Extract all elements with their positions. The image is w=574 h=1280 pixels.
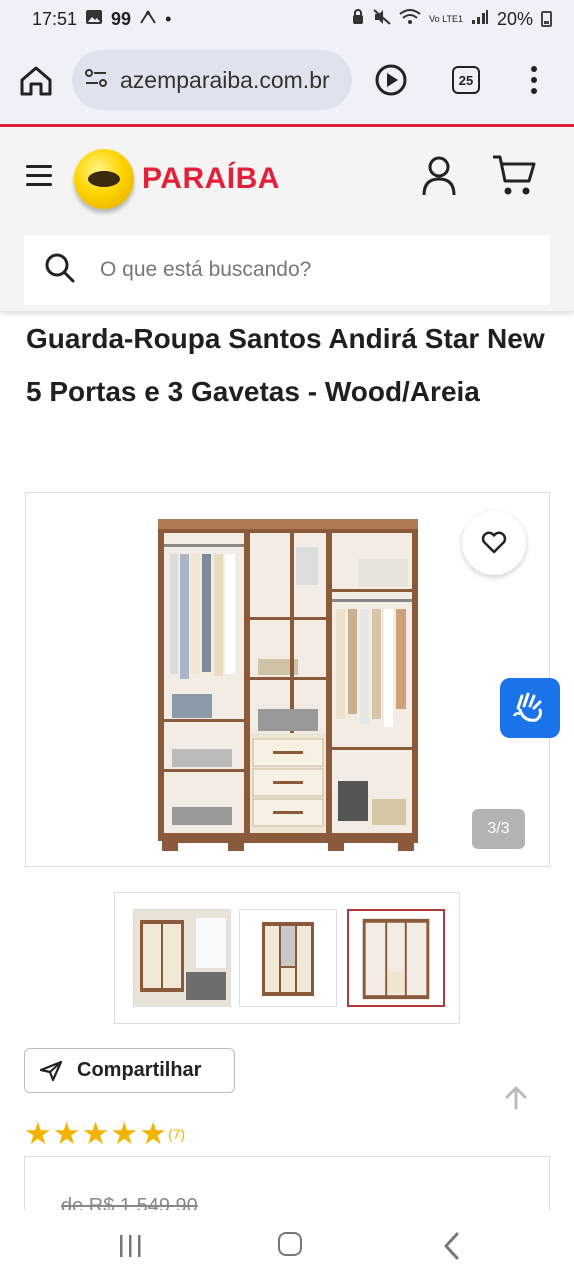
gallery-icon xyxy=(85,9,103,30)
more-options-icon[interactable] xyxy=(528,64,540,101)
scroll-to-top-icon[interactable] xyxy=(502,1084,530,1117)
thumbnail-image xyxy=(134,910,230,1006)
play-icon[interactable] xyxy=(374,63,408,102)
mute-icon xyxy=(373,8,391,30)
product-rating[interactable]: ★ ★ ★ ★ ★ (7) xyxy=(24,1118,185,1149)
thumbnail-3[interactable] xyxy=(347,909,445,1007)
favorite-button[interactable] xyxy=(462,511,526,575)
thumbnail-image xyxy=(240,910,336,1006)
logo-text: PARAÍBA xyxy=(142,162,280,195)
star-icon: ★ xyxy=(110,1116,139,1151)
recent-apps-icon[interactable] xyxy=(118,1234,144,1263)
account-icon[interactable] xyxy=(421,155,457,202)
share-label: Compartilhar xyxy=(77,1059,202,1081)
notification-count: 99 xyxy=(111,8,132,29)
notification-icon xyxy=(139,9,157,30)
battery-icon xyxy=(541,11,552,27)
send-icon xyxy=(39,1060,63,1081)
accessibility-button[interactable] xyxy=(500,678,560,738)
cart-icon[interactable] xyxy=(491,153,537,202)
menu-icon[interactable] xyxy=(26,165,52,187)
product-image-frame[interactable]: 3/3 xyxy=(25,492,550,867)
thumbnail-image xyxy=(349,911,443,1005)
star-icon: ★ xyxy=(81,1116,110,1151)
network-label: Vo LTE1 xyxy=(429,13,463,24)
site-logo[interactable]: PARAÍBA xyxy=(74,149,280,209)
url-text: azemparaiba.com.br xyxy=(120,66,330,93)
image-counter: 3/3 xyxy=(472,809,525,849)
thumbnail-strip xyxy=(114,892,460,1024)
site-header: PARAÍBA xyxy=(0,127,574,227)
search-bar-container xyxy=(0,227,574,311)
thumbnail-2[interactable] xyxy=(239,909,337,1007)
status-bar: 17:51 99 • Vo LTE1 20% xyxy=(0,0,574,38)
star-icon: ★ xyxy=(52,1116,81,1151)
tabs-count-button[interactable]: 25 xyxy=(452,66,480,94)
thumbnail-1[interactable] xyxy=(133,909,231,1007)
search-icon[interactable] xyxy=(44,252,76,289)
lock-icon xyxy=(351,8,365,30)
browser-toolbar: azemparaiba.com.br 25 xyxy=(0,38,574,124)
heart-icon xyxy=(481,531,507,554)
signal-icon xyxy=(471,9,489,30)
dot-icon: • xyxy=(165,8,172,29)
wifi-icon xyxy=(399,8,421,30)
sign-language-icon xyxy=(512,692,542,722)
search-input[interactable] xyxy=(100,258,520,282)
home-nav-icon[interactable] xyxy=(278,1232,302,1256)
logo-ball-icon xyxy=(74,149,134,209)
star-icon: ★ xyxy=(139,1116,167,1151)
system-nav-bar xyxy=(0,1210,574,1280)
share-button[interactable]: Compartilhar xyxy=(24,1048,235,1093)
star-icon: ★ xyxy=(24,1116,52,1151)
home-icon[interactable] xyxy=(18,64,54,103)
status-time: 17:51 xyxy=(32,8,78,29)
review-count: (7) xyxy=(167,1125,186,1142)
product-title: Guarda-Roupa Santos Andirá Star New 5 Po… xyxy=(26,323,545,407)
search-box[interactable] xyxy=(24,235,550,305)
back-icon[interactable] xyxy=(442,1232,460,1265)
battery-percent: 20% xyxy=(496,8,533,29)
product-image xyxy=(158,519,418,851)
url-bar[interactable]: azemparaiba.com.br xyxy=(72,50,352,110)
site-settings-icon[interactable] xyxy=(84,68,108,93)
